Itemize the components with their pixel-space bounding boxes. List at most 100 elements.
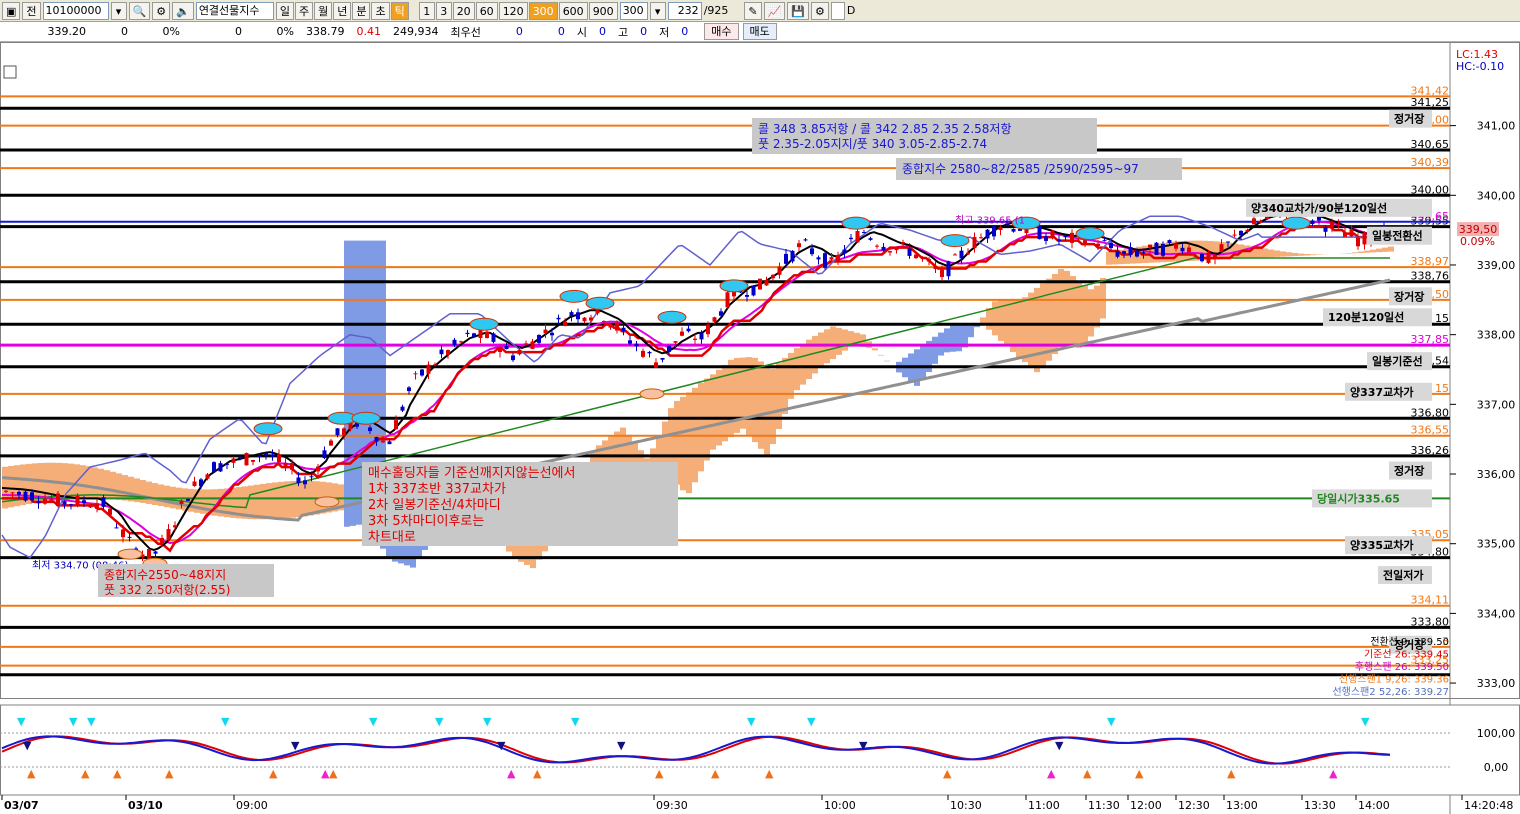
x-tick-label: 14:20:48 [1464, 799, 1513, 812]
candle-body [628, 340, 632, 344]
candle-body [745, 294, 749, 297]
period-button-6[interactable]: 틱 [390, 1, 409, 20]
x-tick-label: 11:30 [1088, 799, 1120, 812]
quote-change: 0.41 [356, 25, 382, 38]
candle-body [1083, 240, 1087, 246]
drawing-tools-icon[interactable]: ✎ [744, 1, 762, 20]
chart-type-icon[interactable]: ▣ [2, 1, 21, 20]
osc-orange-arrow: ▲ [765, 767, 774, 780]
candle-body [1252, 218, 1256, 225]
sell-button[interactable]: 매도 [742, 23, 777, 40]
candle-body [797, 243, 801, 248]
cloud-segment [146, 481, 152, 504]
candle-body [303, 480, 307, 485]
indicator-legend-item: 선행스팬1 9,26: 339.36 [1339, 674, 1449, 686]
sound-icon[interactable]: 🔈 [172, 1, 194, 20]
cloud-segment [944, 328, 950, 353]
save-icon[interactable]: 💾 [787, 1, 810, 20]
d-checkbox[interactable] [830, 1, 845, 20]
candle-body [1258, 220, 1263, 223]
candle-body [1122, 251, 1126, 254]
cloud-segment [710, 374, 716, 450]
indicator-icon[interactable]: 📈 [763, 1, 786, 20]
interval-button-600[interactable]: 600 [558, 1, 588, 20]
candle-body [244, 452, 249, 466]
candle-body [283, 462, 288, 467]
interval-button-120[interactable]: 120 [498, 1, 528, 20]
settings-icon[interactable]: ⚙ [811, 1, 829, 20]
buy-button[interactable]: 매수 [704, 23, 739, 40]
candle-body [1135, 250, 1139, 257]
period-button-5[interactable]: 초 [371, 1, 390, 20]
holding-strategy-annotation-line: 3차 5차마디이후로는 [368, 514, 484, 529]
x-tick-label: 13:30 [1304, 799, 1336, 812]
period-button-4[interactable]: 분 [352, 1, 371, 20]
cloud-segment [1016, 298, 1022, 358]
candle-body [381, 440, 385, 443]
indicator-legend-item: 기준선 26: 339.45 [1364, 649, 1449, 661]
count-input[interactable]: 232 [667, 1, 702, 20]
panel-menu-icon[interactable] [3, 65, 17, 79]
candle-body [686, 328, 691, 332]
interval-button-300[interactable]: 300 [528, 1, 558, 20]
period-button-0[interactable]: 일 [275, 1, 294, 20]
signal-ellipse [940, 234, 970, 248]
candle-body [654, 362, 658, 368]
config-icon[interactable]: ⚙ [152, 1, 171, 20]
candle-body [907, 248, 912, 256]
cloud-segment [716, 369, 722, 446]
period-button-2[interactable]: 월 [314, 1, 333, 20]
candle-body [433, 364, 437, 366]
candle-body [881, 246, 886, 251]
candle-body [17, 491, 21, 495]
candle-body [1206, 252, 1211, 263]
interval-input[interactable]: 300 [619, 1, 648, 20]
candle-body [537, 334, 541, 343]
interval-button-60[interactable]: 60 [475, 1, 498, 20]
osc-level-label: 100,00 [1477, 727, 1516, 740]
candle-body [114, 527, 119, 529]
interval-button-20[interactable]: 20 [452, 1, 475, 20]
osc-orange-arrow: ▲ [1135, 767, 1144, 780]
osc-navy-arrow: ▼ [1055, 739, 1064, 752]
cloud-segment [158, 484, 164, 507]
search-icon[interactable]: 🔍 [128, 1, 151, 20]
candle-body [394, 420, 398, 430]
high-marker-label: 최고 339.65 (1 [955, 215, 1025, 227]
osc-navy-arrow: ▼ [859, 739, 868, 752]
cloud-segment [344, 240, 350, 527]
candle-body [966, 252, 970, 255]
instrument-name[interactable]: 연결선물지수 [195, 1, 274, 20]
candle-body [238, 457, 242, 459]
code-input[interactable]: 10100000 [42, 1, 109, 20]
cloud-segment [260, 483, 266, 520]
candle-body [231, 458, 236, 463]
interval-button-900[interactable]: 900 [588, 1, 618, 20]
price-chart[interactable]: 341,42341,00340,39338,978,5015336,55335,… [0, 42, 1520, 814]
code-dropdown-icon[interactable]: ▾ [110, 1, 127, 20]
interval-button-1[interactable]: 1 [418, 1, 435, 20]
cloud-segment [1286, 252, 1292, 257]
x-tick-label: 12:30 [1178, 799, 1210, 812]
candle-body [218, 463, 223, 472]
candle-body [803, 239, 808, 241]
cloud-segment [164, 485, 170, 508]
candle-body [1219, 244, 1224, 252]
cloud-segment [764, 365, 770, 456]
interval-dropdown-icon[interactable]: ▾ [649, 1, 666, 20]
x-tick-label: 03/10 [128, 799, 163, 812]
cloud-segment [968, 324, 974, 338]
candle-body [985, 229, 990, 239]
x-tick-label: 10:30 [950, 799, 982, 812]
period-button-3[interactable]: 년 [333, 1, 352, 20]
call-put-annotation-line: 콜 348 3.85저항 / 콜 342 2.85 2.35 2.58저항 [758, 122, 1011, 136]
index-level-annotation-line: 종합지수 2580~82/2585 /2590/2595~97 [902, 162, 1139, 176]
prev-button[interactable]: 전 [22, 1, 41, 20]
candle-body [491, 333, 496, 342]
cloud-segment [794, 348, 800, 391]
x-tick-label: 11:00 [1028, 799, 1060, 812]
interval-button-3[interactable]: 3 [435, 1, 452, 20]
period-button-1[interactable]: 주 [294, 1, 314, 20]
osc-magenta-arrow: ▲ [1329, 767, 1338, 780]
candle-body [1161, 244, 1165, 256]
